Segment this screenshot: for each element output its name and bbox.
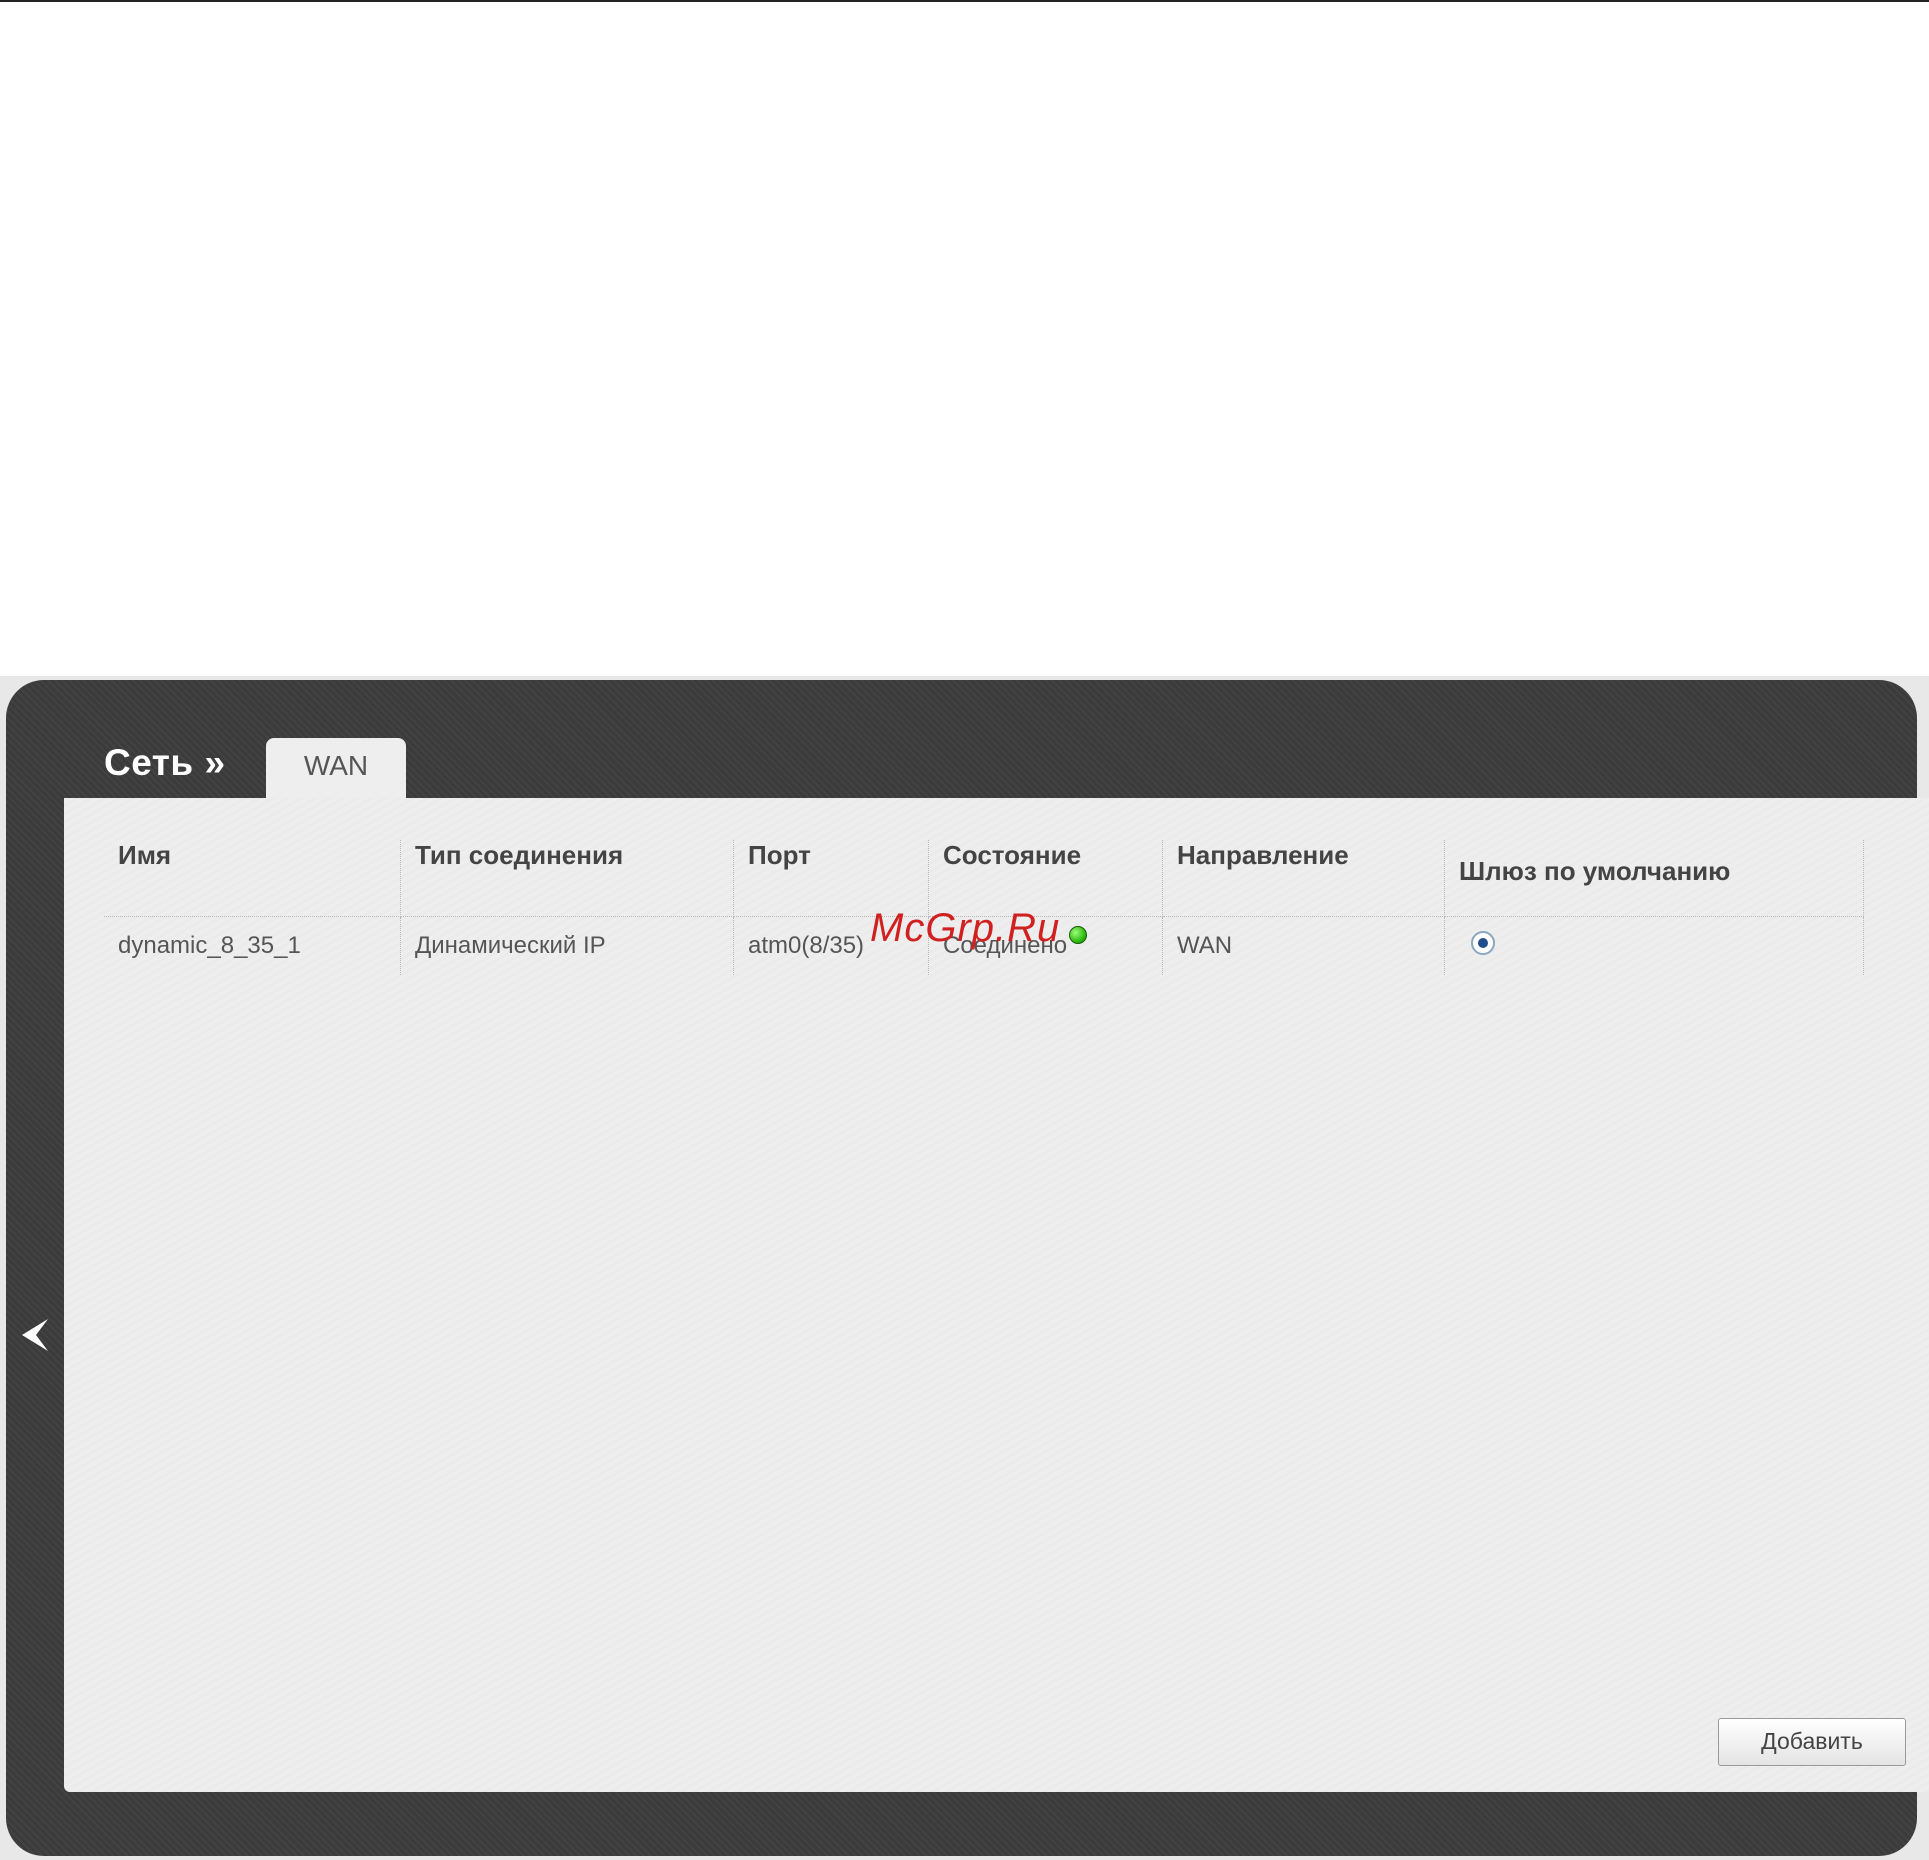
breadcrumb: Сеть » (104, 742, 226, 783)
status-ok-icon (1069, 926, 1088, 944)
top-rule (0, 0, 1929, 2)
watermark: McGrp.Ru (870, 906, 1061, 950)
column-header-default-gateway: Шлюз по умолчанию (1444, 840, 1864, 917)
column-header-type: Тип соединения (400, 840, 734, 917)
default-gateway-radio[interactable] (1471, 930, 1495, 955)
cell-type: Динамический IP (400, 916, 734, 975)
add-button[interactable]: Добавить (1718, 1718, 1906, 1766)
chevron-left-icon[interactable] (18, 1315, 54, 1355)
cell-direction: WAN (1162, 916, 1445, 975)
column-header-direction: Направление (1162, 840, 1445, 917)
column-header-name: Имя (104, 840, 401, 917)
tab-wan[interactable]: WAN (266, 738, 406, 800)
cell-default-gateway (1444, 916, 1864, 975)
cell-name[interactable]: dynamic_8_35_1 (104, 916, 401, 975)
